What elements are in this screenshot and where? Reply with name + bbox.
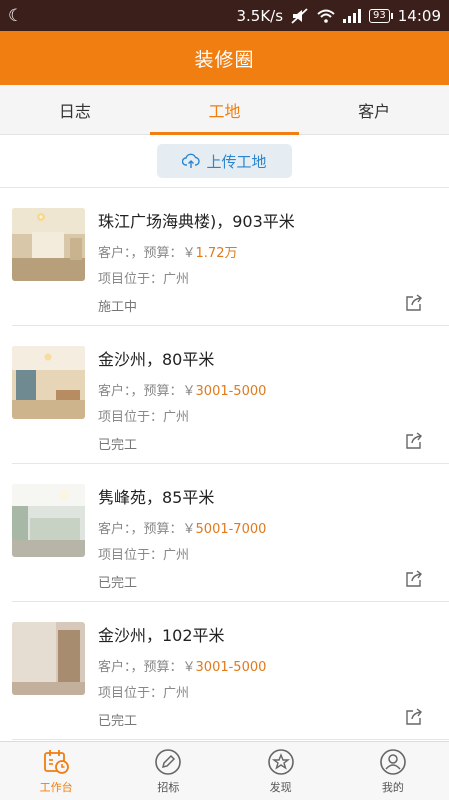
wifi-icon xyxy=(317,9,335,23)
budget-value: 5001-7000 xyxy=(195,522,267,537)
nav-mine[interactable]: 我的 xyxy=(337,742,449,800)
site-status: 已完工 xyxy=(98,438,138,453)
site-budget: 客户：，预算：￥3001-5000 xyxy=(98,660,267,675)
site-budget: 客户：，预算：￥3001-5000 xyxy=(98,384,267,399)
star-icon xyxy=(267,748,294,775)
site-photo xyxy=(12,622,85,695)
budget-value: 3001-5000 xyxy=(195,384,267,399)
site-card[interactable]: 金沙州，80平米 客户：，预算：￥3001-5000 项目位于：广州 已完工 xyxy=(12,326,449,464)
signal-icon xyxy=(343,8,362,23)
page-title: 装修圈 xyxy=(0,31,449,85)
budget-value: 3001-5000 xyxy=(195,660,267,675)
nav-label: 工作台 xyxy=(39,780,73,794)
tab-log[interactable]: 日志 xyxy=(0,85,150,134)
mute-icon xyxy=(291,7,308,24)
pencil-icon xyxy=(155,748,182,775)
site-location: 项目位于：广州 xyxy=(98,686,190,701)
user-icon xyxy=(380,748,406,775)
site-location: 项目位于：广州 xyxy=(98,272,190,287)
status-bar: ☾ 3.5K/s 93 14:09 xyxy=(0,0,449,31)
site-photo xyxy=(12,484,85,557)
site-title: 金沙州，80平米 xyxy=(98,350,215,369)
site-budget: 客户：，预算：￥5001-7000 xyxy=(98,522,267,537)
site-status: 已完工 xyxy=(98,714,138,729)
tab-client[interactable]: 客户 xyxy=(299,85,449,134)
nav-bidding[interactable]: 招标 xyxy=(112,742,224,800)
site-location: 项目位于：广州 xyxy=(98,410,190,425)
site-title: 珠江广场海典楼)，903平米 xyxy=(98,212,295,231)
cloud-upload-icon xyxy=(182,153,201,168)
site-budget: 客户：，预算：￥1.72万 xyxy=(98,246,238,261)
site-card[interactable]: 珠江广场海典楼)，903平米 客户：，预算：￥1.72万 项目位于：广州 施工中 xyxy=(12,188,449,326)
share-icon[interactable] xyxy=(405,570,423,588)
network-speed: 3.5K/s xyxy=(236,6,284,25)
bottom-nav: 工作台 招标 发现 我的 xyxy=(0,741,449,800)
site-location: 项目位于：广州 xyxy=(98,548,190,563)
budget-value: 1.72万 xyxy=(195,246,238,261)
nav-discover[interactable]: 发现 xyxy=(225,742,337,800)
share-icon[interactable] xyxy=(405,294,423,312)
nav-label: 我的 xyxy=(381,780,404,794)
nav-workbench[interactable]: 工作台 xyxy=(0,742,112,800)
site-title: 隽峰苑，85平米 xyxy=(98,488,215,507)
clock: 14:09 xyxy=(397,6,441,25)
site-photo xyxy=(12,208,85,281)
nav-label: 发现 xyxy=(269,780,292,794)
upload-site-button[interactable]: 上传工地 xyxy=(157,144,292,178)
site-card[interactable]: 隽峰苑，85平米 客户：，预算：￥5001-7000 项目位于：广州 已完工 xyxy=(12,464,449,602)
tab-bar: 日志 工地 客户 xyxy=(0,85,449,135)
site-list: 珠江广场海典楼)，903平米 客户：，预算：￥1.72万 项目位于：广州 施工中… xyxy=(0,188,449,741)
share-icon[interactable] xyxy=(405,708,423,726)
moon-icon: ☾ xyxy=(8,5,24,26)
upload-bar: 上传工地 xyxy=(0,135,449,188)
site-status: 已完工 xyxy=(98,576,138,591)
battery-icon: 93 xyxy=(369,8,393,23)
share-icon[interactable] xyxy=(405,432,423,450)
site-title: 金沙州，102平米 xyxy=(98,626,225,645)
nav-label: 招标 xyxy=(157,780,180,794)
tab-site[interactable]: 工地 xyxy=(149,85,300,135)
calendar-clock-icon xyxy=(44,749,70,774)
site-photo xyxy=(12,346,85,419)
site-card[interactable]: 金沙州，102平米 客户：，预算：￥3001-5000 项目位于：广州 已完工 xyxy=(12,602,449,740)
site-status: 施工中 xyxy=(98,300,138,315)
upload-label: 上传工地 xyxy=(206,152,267,171)
